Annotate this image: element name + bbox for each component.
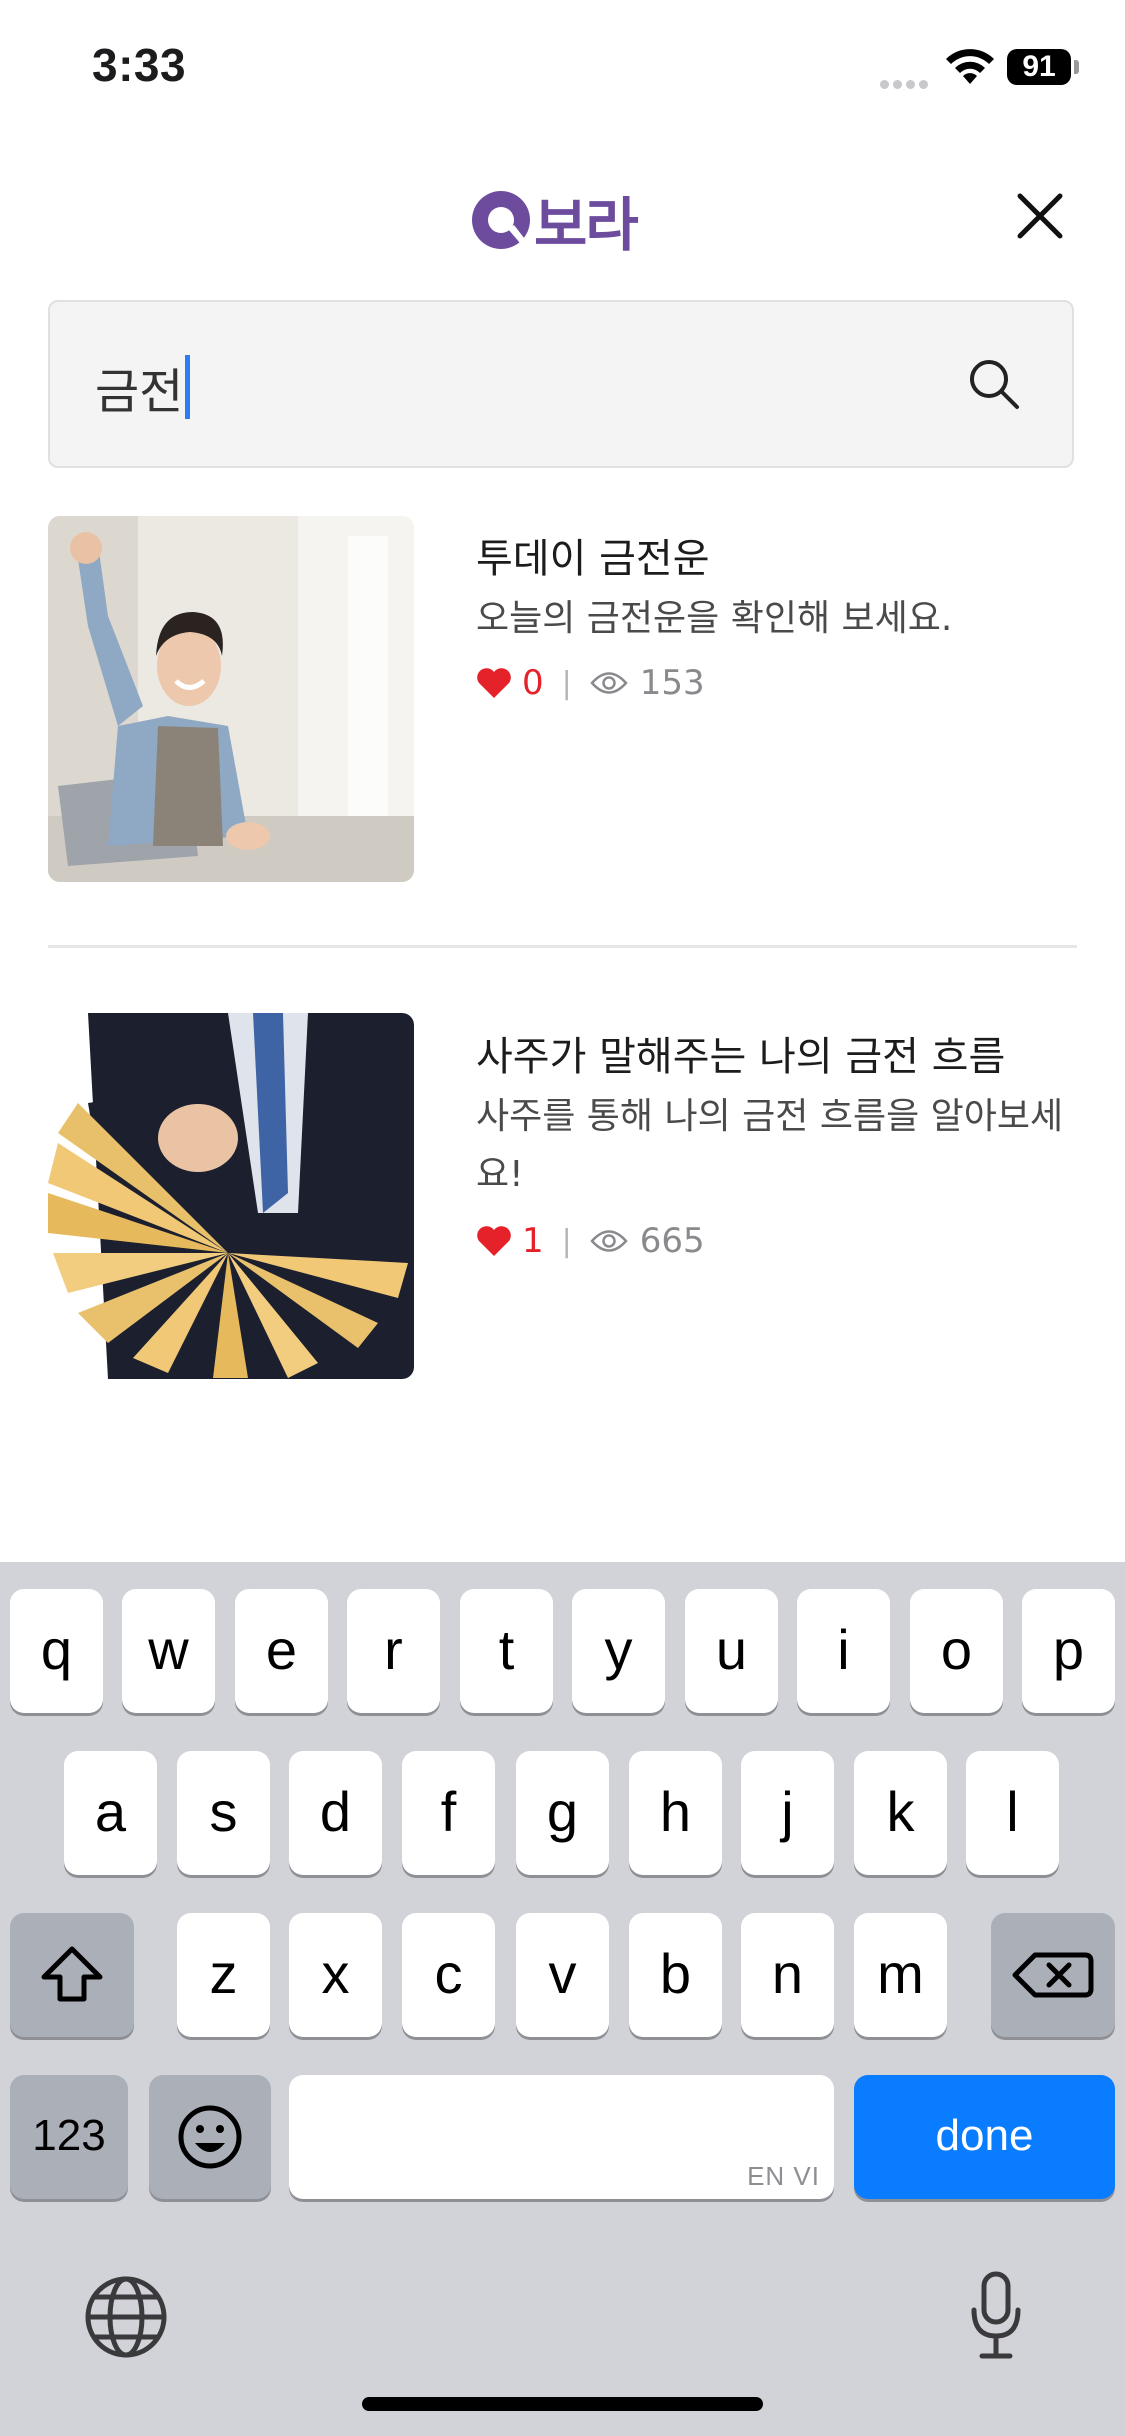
key-p[interactable]: p — [1022, 1589, 1115, 1713]
key-a[interactable]: a — [64, 1751, 157, 1875]
keyboard: q w e r t y u i o p a s d f g h j k l z … — [0, 1562, 1125, 2436]
shift-key[interactable] — [10, 1913, 134, 2037]
cellular-signal-icon — [880, 74, 932, 89]
close-button[interactable] — [1010, 186, 1070, 246]
result-title[interactable]: 투데이 금전운 — [476, 526, 710, 584]
app-logo: 보라 — [470, 184, 639, 259]
result-description: 사주를 통해 나의 금전 흐름을 알아보세요! — [476, 1096, 1064, 1195]
key-z[interactable]: z — [177, 1913, 270, 2037]
result-thumbnail[interactable] — [48, 516, 414, 882]
views-count: 665 — [639, 1221, 705, 1261]
shift-icon — [41, 1946, 103, 2002]
eye-icon — [590, 672, 628, 694]
wifi-icon — [946, 49, 994, 84]
battery-cap — [1074, 60, 1079, 74]
home-indicator — [362, 2397, 763, 2411]
logo-mark-icon — [472, 191, 530, 249]
key-i[interactable]: i — [797, 1589, 890, 1713]
key-h[interactable]: h — [629, 1751, 722, 1875]
key-l[interactable]: l — [966, 1751, 1059, 1875]
money-fan-image — [48, 1013, 414, 1379]
backspace-icon — [1012, 1952, 1094, 1998]
key-n[interactable]: n — [741, 1913, 834, 2037]
search-icon[interactable] — [966, 356, 1022, 412]
key-d[interactable]: d — [289, 1751, 382, 1875]
key-c[interactable]: c — [402, 1913, 495, 2037]
search-input-value: 금전 — [95, 352, 191, 422]
divider — [48, 945, 1077, 948]
key-s[interactable]: s — [177, 1751, 270, 1875]
microphone-icon[interactable] — [966, 2268, 1026, 2362]
stats-separator: | — [561, 665, 572, 701]
key-m[interactable]: m — [854, 1913, 947, 2037]
space-language-hint: EN VI — [747, 2161, 820, 2191]
person-celebrating-image — [48, 516, 414, 882]
key-b[interactable]: b — [629, 1913, 722, 2037]
stats-separator: | — [561, 1223, 572, 1259]
result-title[interactable]: 사주가 말해주는 나의 금전 흐름 — [476, 1024, 1005, 1082]
globe-icon[interactable] — [84, 2275, 168, 2359]
key-u[interactable]: u — [685, 1589, 778, 1713]
key-v[interactable]: v — [516, 1913, 609, 2037]
key-r[interactable]: r — [347, 1589, 440, 1713]
result-description: 오늘의 금전운을 확인해 보세요. — [476, 598, 953, 639]
search-text: 금전 — [95, 364, 184, 420]
text-caret — [185, 355, 191, 419]
key-k[interactable]: k — [854, 1751, 947, 1875]
heart-icon — [477, 1226, 511, 1256]
done-key[interactable]: done — [854, 2075, 1115, 2199]
likes-count: 1 — [522, 1221, 544, 1261]
numbers-key[interactable]: 123 — [10, 2075, 128, 2199]
key-f[interactable]: f — [402, 1751, 495, 1875]
battery-indicator: 91 — [1007, 49, 1071, 85]
space-key[interactable]: EN VI — [289, 2075, 834, 2199]
logo-text: 보라 — [534, 191, 639, 259]
likes-count: 0 — [522, 663, 544, 703]
key-x[interactable]: x — [289, 1913, 382, 2037]
search-input[interactable] — [48, 300, 1074, 468]
key-o[interactable]: o — [910, 1589, 1003, 1713]
eye-icon — [590, 1230, 628, 1252]
views-count: 153 — [639, 663, 705, 703]
status-time: 3:33 — [92, 39, 187, 91]
key-e[interactable]: e — [235, 1589, 328, 1713]
result-stats: 0 | 153 — [476, 663, 705, 703]
emoji-icon — [178, 2105, 242, 2169]
key-y[interactable]: y — [572, 1589, 665, 1713]
key-t[interactable]: t — [460, 1589, 553, 1713]
key-g[interactable]: g — [516, 1751, 609, 1875]
result-thumbnail[interactable] — [48, 1013, 414, 1379]
key-w[interactable]: w — [122, 1589, 215, 1713]
key-j[interactable]: j — [741, 1751, 834, 1875]
heart-icon — [477, 668, 511, 698]
emoji-key[interactable] — [149, 2075, 271, 2199]
key-q[interactable]: q — [10, 1589, 103, 1713]
delete-key[interactable] — [991, 1913, 1115, 2037]
result-stats: 1 | 665 — [476, 1221, 705, 1261]
